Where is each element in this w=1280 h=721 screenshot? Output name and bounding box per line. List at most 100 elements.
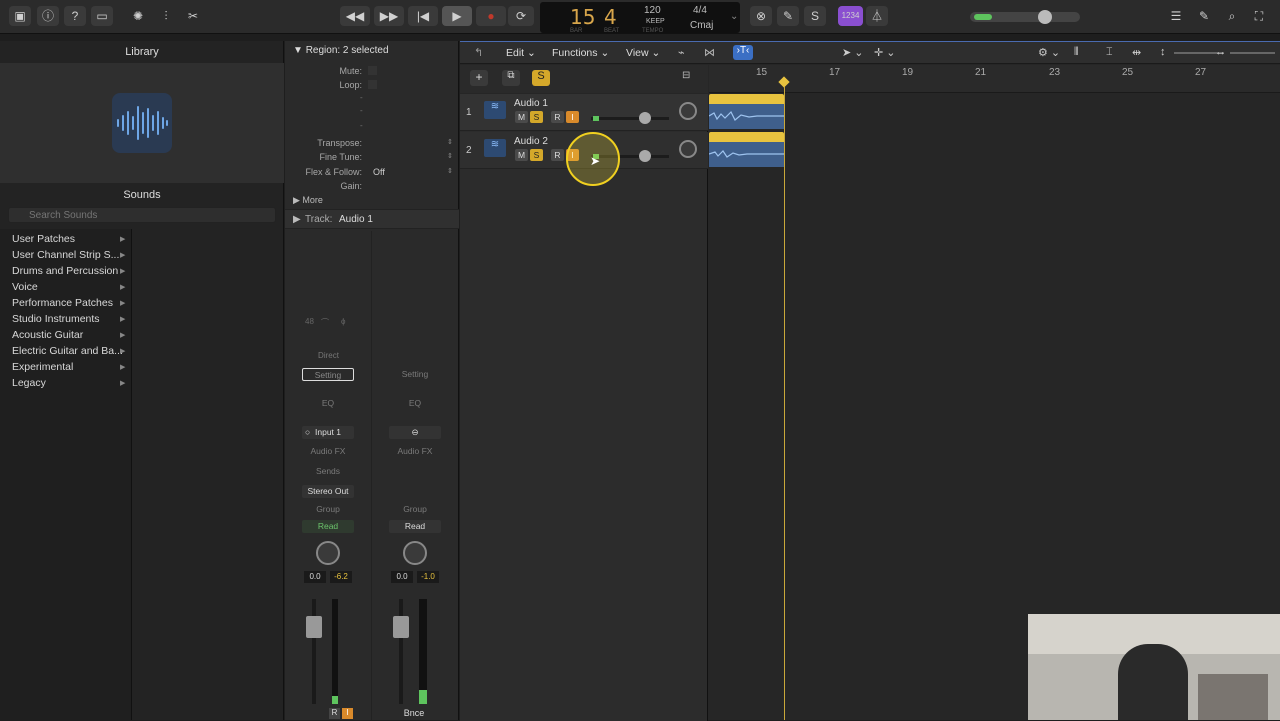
library-item-drums[interactable]: Drums and Percussion <box>12 265 130 277</box>
input-button[interactable]: ○ Input 1 <box>302 426 354 439</box>
track-name[interactable]: Audio 1 <box>514 98 548 109</box>
global-tracks-icon[interactable]: ⊟ <box>682 70 698 86</box>
stepper-icon[interactable]: ⇕ <box>447 152 453 160</box>
smart-controls-icon[interactable]: ✺ <box>127 6 149 26</box>
add-track-button[interactable]: + <box>470 70 488 86</box>
edit-menu[interactable]: Edit ⌄ <box>506 47 536 59</box>
library-item-studio-instruments[interactable]: Studio Instruments <box>12 313 130 325</box>
volume-readout[interactable]: 0.0 <box>391 571 413 583</box>
record-enable-button[interactable]: R <box>551 111 564 123</box>
ruler[interactable]: 15 17 19 21 23 25 27 <box>709 65 1280 93</box>
input-monitor-button[interactable]: I <box>566 111 579 123</box>
audio-region-2[interactable] <box>708 132 784 167</box>
track-header-audio-1[interactable]: 1 ≋ Audio 1 M S R I <box>460 94 708 131</box>
output-button[interactable]: Stereo Out <box>302 485 354 498</box>
master-volume-knob[interactable] <box>1038 10 1052 24</box>
rewind-button[interactable]: ◀◀ <box>340 6 370 26</box>
mute-checkbox[interactable] <box>368 66 377 75</box>
track-volume-slider[interactable] <box>591 112 669 124</box>
list-editors-icon[interactable]: ☰ <box>1165 6 1187 26</box>
library-item-user-patches[interactable]: User Patches <box>12 233 130 245</box>
browser-icon[interactable]: ⛶ <box>1248 6 1270 26</box>
forward-button[interactable]: ▶▶ <box>374 6 404 26</box>
solo-button[interactable]: S <box>530 111 543 123</box>
notepad-icon[interactable]: ✎ <box>1193 6 1215 26</box>
lcd-dropdown-icon[interactable]: ⌄ <box>730 11 738 22</box>
group-button[interactable]: Group <box>389 503 441 516</box>
solo-mode-icon[interactable]: S <box>804 6 826 26</box>
functions-menu[interactable]: Functions ⌄ <box>552 47 609 59</box>
audio-fx-button[interactable]: Audio FX <box>389 445 441 458</box>
track-volume-thumb[interactable] <box>639 112 651 124</box>
chord-track-button[interactable]: 1234 <box>838 6 863 26</box>
read-button[interactable]: R <box>329 708 340 719</box>
mixer-icon[interactable]: ⫶ <box>155 6 177 26</box>
automation-button[interactable]: Read <box>302 520 354 533</box>
track-inspector-header[interactable]: ▶ Track: Audio 1 <box>285 209 459 229</box>
volume-fader[interactable] <box>393 616 409 638</box>
search-icon[interactable]: ⌕ <box>1221 6 1243 26</box>
global-solo-button[interactable]: S <box>532 70 550 86</box>
phase-icon[interactable]: ϕ <box>341 317 345 326</box>
fit-horizontal-icon[interactable]: ⇹ <box>1132 46 1141 59</box>
waveform-zoom-icon[interactable]: ⫴ <box>1074 46 1079 59</box>
mute-button[interactable]: M <box>515 149 528 161</box>
view-menu[interactable]: View ⌄ <box>626 47 660 59</box>
editors-icon[interactable]: ✂ <box>182 6 204 26</box>
metronome-icon[interactable]: ⏃ <box>866 6 888 26</box>
horizontal-zoom-icon[interactable]: ↔ <box>1215 46 1226 58</box>
go-to-beginning-button[interactable]: |◀ <box>408 6 438 26</box>
sounds-search-input[interactable] <box>8 207 276 223</box>
eq-button[interactable]: EQ <box>302 397 354 410</box>
library-item-experimental[interactable]: Experimental <box>12 361 130 373</box>
library-item-electric-guitar[interactable]: Electric Guitar and Ba... <box>12 345 130 357</box>
quick-help-icon[interactable]: ? <box>64 6 86 26</box>
more-disclosure[interactable]: ▶ More <box>293 195 323 206</box>
toolbar-icon[interactable]: ▭ <box>91 6 113 26</box>
playhead-line[interactable] <box>784 87 785 720</box>
library-item-voice[interactable]: Voice <box>12 281 130 293</box>
library-item-legacy[interactable]: Legacy <box>12 377 130 389</box>
audio-region-1[interactable] <box>708 94 784 129</box>
fit-vertical-icon[interactable]: ⌶ <box>1106 46 1113 59</box>
flex-follow-value[interactable]: Off <box>373 167 385 177</box>
input-monitor-button[interactable]: I <box>342 708 353 719</box>
library-item-performance-patches[interactable]: Performance Patches <box>12 297 130 309</box>
eq-button[interactable]: EQ <box>389 397 441 410</box>
stepper-icon[interactable]: ⇕ <box>447 167 453 175</box>
library-item-acoustic-guitar[interactable]: Acoustic Guitar <box>12 329 130 341</box>
group-button[interactable]: Group <box>302 503 354 516</box>
record-button[interactable]: ● <box>476 6 506 26</box>
automation-button[interactable]: Read <box>389 520 441 533</box>
catch-playhead-icon[interactable]: ›T‹ <box>733 45 753 60</box>
mute-button[interactable]: M <box>515 111 528 123</box>
track-name[interactable]: Audio 2 <box>514 136 548 147</box>
sends-button[interactable]: Sends <box>302 465 354 478</box>
cycle-button[interactable]: ⟳ <box>508 6 534 26</box>
crosshair-tool-icon[interactable]: ✛ ⌄ <box>874 46 896 59</box>
volume-fader[interactable] <box>306 616 322 638</box>
flex-icon[interactable]: ⋈ <box>704 46 715 59</box>
master-volume-slider[interactable] <box>970 10 1080 24</box>
pencil-icon[interactable]: ✎ <box>777 6 799 26</box>
play-button[interactable]: ▶ <box>442 6 472 26</box>
track-pan-knob[interactable] <box>679 140 697 158</box>
stepper-icon[interactable]: ⇕ <box>447 138 453 146</box>
pan-knob[interactable] <box>316 541 340 565</box>
back-arrow-icon[interactable]: ↰ <box>474 46 483 59</box>
solo-button[interactable]: S <box>530 149 543 161</box>
hi-pass-icon[interactable]: ⌒ <box>321 317 329 328</box>
setting-button[interactable]: Setting <box>389 368 441 381</box>
volume-readout[interactable]: 0.0 <box>304 571 326 583</box>
record-enable-button[interactable]: R <box>551 149 564 161</box>
pan-knob[interactable] <box>403 541 427 565</box>
region-inspector-header[interactable]: ▼ Region: 2 selected <box>293 45 389 56</box>
inspector-icon[interactable]: ⓘ <box>37 6 59 26</box>
pointer-tool-icon[interactable]: ➤ ⌄ <box>842 46 864 59</box>
loop-checkbox[interactable] <box>368 80 377 89</box>
setting-button[interactable]: Setting <box>302 368 354 381</box>
audio-fx-button[interactable]: Audio FX <box>302 445 354 458</box>
vertical-zoom-icon[interactable]: ↕ <box>1160 46 1166 58</box>
track-volume-thumb[interactable] <box>639 150 651 162</box>
playhead-marker[interactable] <box>778 76 790 88</box>
